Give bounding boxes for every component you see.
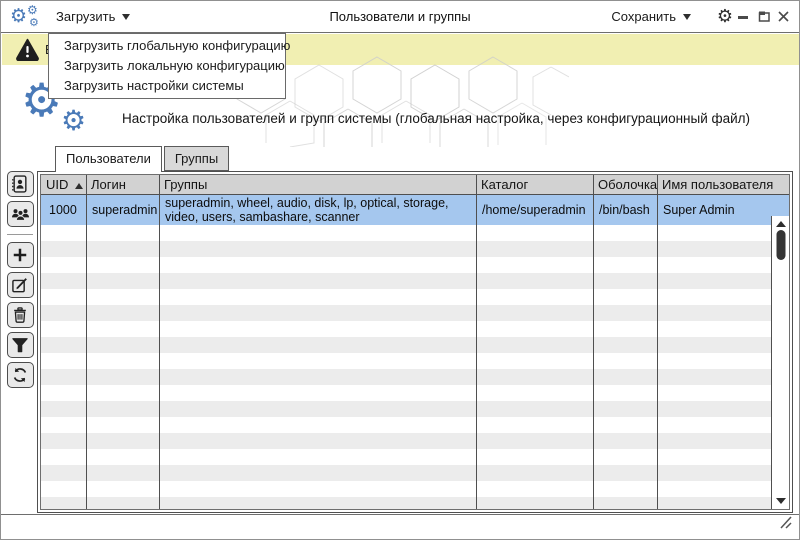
table-header-row: UID Логин Группы Каталог Оболочка Имя по… (41, 175, 789, 195)
scroll-down-icon[interactable] (776, 498, 786, 504)
filter-button[interactable] (7, 332, 34, 358)
table-row-selected[interactable]: 1000 superadmin superadmin, wheel, audio… (41, 195, 789, 225)
resize-grip[interactable] (777, 516, 793, 535)
load-menu-label: Загрузить (56, 9, 115, 24)
cell-fullname: Super Admin (657, 195, 773, 225)
delete-button[interactable] (7, 302, 34, 328)
users-group-icon (10, 204, 31, 224)
address-book-button[interactable] (7, 171, 34, 197)
cell-shell: /bin/bash (593, 195, 657, 225)
column-header-uid[interactable]: UID (41, 175, 86, 194)
side-toolbar (6, 171, 34, 392)
trash-icon (10, 305, 30, 325)
plus-icon (10, 245, 30, 265)
empty-rows (41, 225, 771, 509)
column-header-groups[interactable]: Группы (159, 175, 476, 194)
scroll-up-icon[interactable] (776, 221, 786, 227)
chevron-down-icon (122, 14, 130, 20)
load-dropdown-menu: Загрузить глобальную конфигурацию Загруз… (48, 33, 286, 99)
edit-icon (10, 275, 30, 295)
tab-groups[interactable]: Группы (164, 146, 229, 171)
column-header-shell[interactable]: Оболочка (593, 175, 657, 194)
warning-icon (15, 38, 40, 61)
filter-icon (10, 335, 30, 355)
menu-item-load-system[interactable]: Загрузить настройки системы (49, 76, 285, 96)
page-title: Пользователи и группы (329, 1, 470, 32)
cell-groups: superadmin, wheel, audio, disk, lp, opti… (159, 195, 476, 225)
tab-bar: Пользователи Группы (55, 146, 229, 172)
app-window: ⚙ ⚙ ⚙ Загрузить Пользователи и группы Со… (0, 0, 800, 540)
scrollbar-thumb[interactable] (776, 230, 785, 260)
title-bar: ⚙ ⚙ ⚙ Загрузить Пользователи и группы Со… (1, 1, 799, 33)
cell-uid: 1000 (41, 195, 86, 225)
users-table: UID Логин Группы Каталог Оболочка Имя по… (37, 171, 793, 513)
vertical-scrollbar[interactable] (771, 216, 789, 509)
toolbar-separator (7, 234, 33, 235)
sort-asc-icon (75, 183, 83, 189)
page-subtitle: Настройка пользователей и групп системы … (122, 111, 750, 126)
edit-button[interactable] (7, 272, 34, 298)
app-gears-icon: ⚙ ⚙ ⚙ (9, 3, 49, 31)
maximize-button[interactable] (756, 9, 771, 24)
table-body: 1000 superadmin superadmin, wheel, audio… (41, 195, 789, 509)
refresh-icon (10, 365, 30, 385)
address-book-icon (10, 174, 30, 194)
save-menu-label: Сохранить (611, 9, 676, 24)
settings-gear-icon[interactable]: ⚙ (717, 1, 733, 32)
tab-users[interactable]: Пользователи (55, 146, 162, 172)
window-controls (736, 1, 791, 32)
column-header-login[interactable]: Логин (86, 175, 159, 194)
load-menu-button[interactable]: Загрузить (56, 1, 130, 32)
chevron-down-icon (683, 14, 691, 20)
refresh-button[interactable] (7, 362, 34, 388)
menu-item-load-local[interactable]: Загрузить локальную конфигурацию (49, 56, 285, 76)
menu-item-load-global[interactable]: Загрузить глобальную конфигурацию (49, 36, 285, 56)
minimize-button[interactable] (736, 9, 751, 24)
add-button[interactable] (7, 242, 34, 268)
column-header-home[interactable]: Каталог (476, 175, 593, 194)
close-button[interactable] (776, 9, 791, 24)
users-group-button[interactable] (7, 201, 34, 227)
status-bar (1, 514, 799, 539)
save-menu-button[interactable]: Сохранить (611, 1, 691, 32)
cell-login: superadmin (86, 195, 159, 225)
cell-home: /home/superadmin (476, 195, 593, 225)
column-header-fullname[interactable]: Имя пользователя (657, 175, 773, 194)
users-table-grid: UID Логин Группы Каталог Оболочка Имя по… (40, 174, 790, 510)
